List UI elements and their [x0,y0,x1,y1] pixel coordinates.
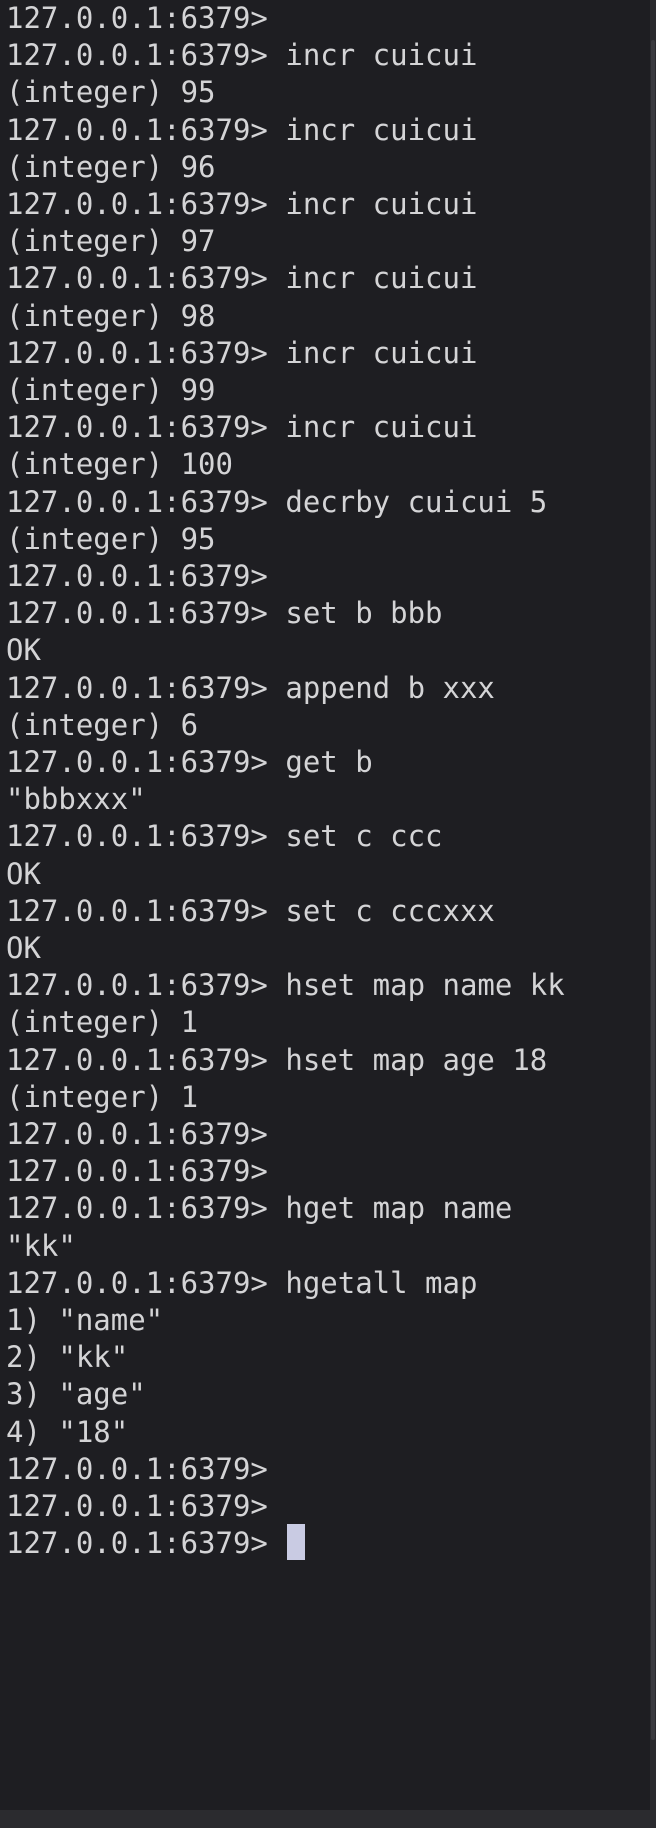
prompt: 127.0.0.1:6379> [6,968,268,1003]
prompt: 127.0.0.1:6379> [6,745,268,779]
prompt: 127.0.0.1:6379> [6,410,268,445]
prompt-separator [268,1526,285,1560]
scrollbar-thumb[interactable] [651,40,655,1740]
command-text: set c ccc [285,819,443,854]
output-text: (integer) 6 [6,707,199,742]
prompt-line: 127.0.0.1:6379> set c ccc [6,815,443,858]
prompt: 127.0.0.1:6379> [6,1489,268,1523]
prompt-line: 127.0.0.1:6379> set b bbb [6,592,443,635]
prompt: 127.0.0.1:6379> [6,1154,268,1189]
prompt-separator [268,485,285,519]
command-text: incr cuicui [285,38,478,73]
output-text: (integer) 100 [6,447,233,482]
prompt-separator [268,1043,285,1077]
prompt-separator [268,819,285,853]
output-text: 3) "age" [6,1377,146,1412]
prompt: 127.0.0.1:6379> [6,484,268,519]
output-text: (integer) 98 [6,298,216,333]
prompt: 127.0.0.1:6379> [6,1451,268,1486]
output-text: (integer) 96 [6,149,216,184]
output-text: (integer) 95 [6,75,216,110]
prompt: 127.0.0.1:6379> [6,38,268,73]
command-text: hset map name kk [285,968,565,1003]
prompt-separator [268,1266,285,1300]
output-text: (integer) 1 [6,1079,199,1114]
prompt: 127.0.0.1:6379> [6,187,268,221]
bottom-bar [0,1810,656,1828]
command-text: set c cccxxx [285,893,495,928]
prompt-separator [268,745,285,779]
output-text: (integer) 99 [6,373,216,407]
command-text: incr cuicui [285,187,478,221]
text-cursor[interactable] [287,1524,306,1561]
prompt-separator [268,113,285,147]
prompt-separator [268,968,285,1002]
command-text: incr cuicui [285,335,478,370]
output-text: (integer) 97 [6,224,216,259]
output-text: 2) "kk" [6,1340,129,1375]
command-text: hset map age 18 [285,1042,548,1077]
output-text: OK [6,931,41,965]
output-text: (integer) 1 [6,1005,199,1040]
output-text: "bbbxxx" [6,782,146,817]
command-text: hgetall map [285,1265,478,1300]
prompt-separator [268,336,285,370]
prompt-separator [268,261,285,295]
prompt: 127.0.0.1:6379> [6,1265,268,1300]
prompt: 127.0.0.1:6379> [6,1117,268,1151]
output-text: "kk" [6,1228,76,1263]
prompt-line: 127.0.0.1:6379> hget map name [6,1187,512,1230]
command-text: incr cuicui [285,261,478,296]
prompt-separator [268,894,285,928]
output-text: 4) "18" [6,1414,129,1449]
output-text: (integer) 95 [6,521,216,556]
prompt: 127.0.0.1:6379> [6,1526,268,1561]
prompt: 127.0.0.1:6379> [6,819,268,854]
prompt: 127.0.0.1:6379> [6,112,268,147]
command-text: get b [285,745,373,779]
output-text: 1) "name" [6,1303,164,1337]
prompt: 127.0.0.1:6379> [6,1191,268,1226]
prompt-separator [268,410,285,444]
prompt-separator [268,671,285,705]
prompt: 127.0.0.1:6379> [6,1042,268,1077]
command-text: incr cuicui [285,112,478,147]
prompt: 127.0.0.1:6379> [6,893,268,928]
output-text: OK [6,633,41,668]
active-prompt-line: 127.0.0.1:6379> [6,1522,306,1565]
prompt: 127.0.0.1:6379> [6,670,268,705]
prompt: 127.0.0.1:6379> [6,335,268,370]
prompt: 127.0.0.1:6379> [6,1,268,35]
prompt: 127.0.0.1:6379> [6,596,268,631]
command-text: hget map name [285,1191,513,1226]
command-text: append b xxx [285,670,495,705]
output-text: OK [6,856,41,891]
command-text: decrby cuicui 5 [285,484,548,519]
command-text: incr cuicui [285,410,478,445]
prompt-separator [268,596,285,630]
command-text: set b bbb [285,596,443,631]
prompt-separator [268,38,285,72]
prompt-line: 127.0.0.1:6379> set c cccxxx [6,890,495,933]
prompt: 127.0.0.1:6379> [6,261,268,296]
terminal-window[interactable]: 127.0.0.1:6379> 127.0.0.1:6379> incr cuic… [0,0,650,1810]
prompt-separator [268,1191,285,1225]
prompt: 127.0.0.1:6379> [6,559,268,593]
prompt-separator [268,187,285,221]
